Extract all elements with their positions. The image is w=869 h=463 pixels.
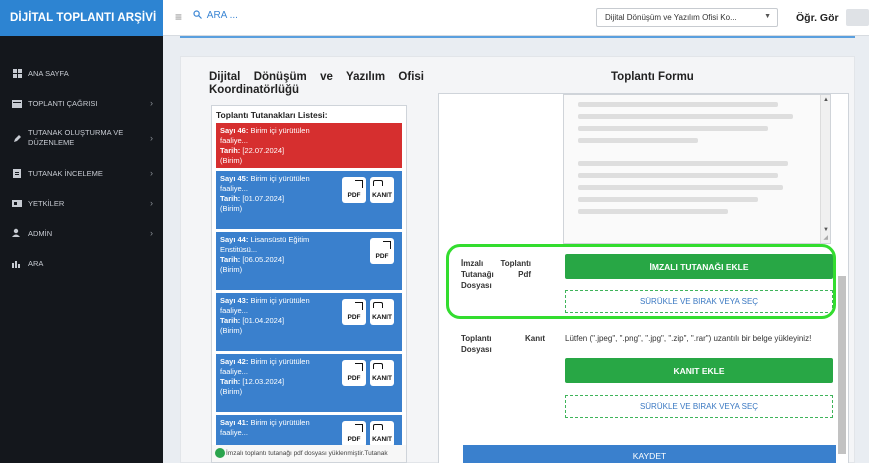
chevron-right-icon: › bbox=[150, 198, 153, 208]
minutes-list-item[interactable]: Sayı 45: Birim içi yürütülen faaliye... … bbox=[216, 171, 402, 229]
add-evidence-button[interactable]: KANIT EKLE bbox=[565, 358, 833, 383]
scroll-up-icon[interactable]: ▲ bbox=[823, 97, 829, 103]
save-button[interactable]: KAYDET bbox=[463, 445, 836, 463]
status-dot-icon bbox=[215, 448, 225, 458]
sidebar-item-yetkiler[interactable]: YETKİLER › bbox=[0, 188, 163, 218]
sidebar-item-label: ADMİN bbox=[28, 228, 53, 238]
item-date: [12.03.2024] bbox=[242, 377, 285, 386]
app-title[interactable]: DİJİTAL TOPLANTI ARŞİVİ bbox=[0, 0, 163, 36]
sidebar-item-ara[interactable]: ARA bbox=[0, 248, 163, 278]
sidebar-nav: ANA SAYFA TOPLANTI ÇAĞRISI › TUTANAK OLU… bbox=[0, 36, 163, 278]
upload-status-note: İmzalı toplantı tutanağı pdf dosyası yük… bbox=[212, 445, 406, 462]
menu-toggle-icon[interactable]: ≡ bbox=[175, 10, 187, 24]
item-number: Sayı 46: bbox=[220, 126, 249, 135]
chevron-right-icon: › bbox=[150, 168, 153, 178]
sidebar-item-tutanak-inceleme[interactable]: TUTANAK İNCELEME › bbox=[0, 158, 163, 188]
chevron-right-icon: › bbox=[150, 133, 153, 143]
item-number: Sayı 44: bbox=[220, 235, 249, 244]
minutes-list-title: Toplantı Tutanakları Listesi: bbox=[216, 110, 328, 120]
scrollbar-thumb[interactable] bbox=[838, 276, 846, 454]
sidebar-item-ana-sayfa[interactable]: ANA SAYFA bbox=[0, 58, 163, 88]
sidebar-item-label: ANA SAYFA bbox=[28, 68, 69, 78]
chart-icon bbox=[12, 258, 22, 268]
search-icon bbox=[193, 10, 202, 19]
minutes-list-item[interactable]: Sayı 42: Birim içi yürütülen faaliye... … bbox=[216, 354, 402, 412]
item-date: [22.07.2024] bbox=[242, 146, 285, 155]
organization-select-value: Dijital Dönüşüm ve Yazılım Ofisi Ko... bbox=[605, 13, 737, 22]
item-unit: (Birim) bbox=[220, 387, 243, 396]
pdf-file-icon[interactable]: PDF bbox=[342, 299, 366, 325]
evidence-file-hint: Lütfen (".jpeg", ".png", ".jpg", ".zip",… bbox=[565, 334, 812, 343]
pencil-icon bbox=[12, 133, 22, 143]
calendar-icon bbox=[12, 98, 22, 108]
dashboard-icon bbox=[12, 68, 22, 78]
evidence-file-icon[interactable]: KANIT bbox=[370, 177, 394, 203]
evidence-file-icon[interactable]: KANIT bbox=[370, 299, 394, 325]
form-title: Toplantı Formu bbox=[611, 71, 694, 83]
pdf-file-icon[interactable]: PDF bbox=[342, 360, 366, 386]
meeting-notes-textarea[interactable]: ▲ ▼ ◢ bbox=[563, 94, 831, 244]
item-unit: (Birim) bbox=[220, 265, 243, 274]
item-number: Sayı 45: bbox=[220, 174, 249, 183]
sidebar-item-admin[interactable]: ADMİN › bbox=[0, 218, 163, 248]
item-date: [01.07.2024] bbox=[242, 194, 285, 203]
item-unit: (Birim) bbox=[220, 204, 243, 213]
item-date-label: Tarih: bbox=[220, 255, 241, 264]
pdf-file-icon[interactable]: PDF bbox=[370, 238, 394, 264]
sidebar-item-label: TOPLANTI ÇAĞRISI bbox=[28, 98, 98, 108]
item-date-label: Tarih: bbox=[220, 146, 241, 155]
sidebar: DİJİTAL TOPLANTI ARŞİVİ ANA SAYFA TOPLAN… bbox=[0, 0, 163, 463]
topbar: ≡ ARA ... Dijital Dönüşüm ve Yazılım Ofi… bbox=[163, 0, 869, 36]
evidence-file-icon[interactable]: KANIT bbox=[370, 360, 394, 386]
sidebar-item-label: TUTANAK İNCELEME bbox=[28, 168, 103, 178]
user-gear-icon bbox=[12, 228, 22, 238]
sidebar-item-label: TUTANAK OLUŞTURMA VE DÜZENLEME bbox=[28, 128, 124, 147]
accent-divider bbox=[180, 36, 855, 38]
item-number: Sayı 41: bbox=[220, 418, 249, 427]
search-box[interactable]: ARA ... bbox=[193, 10, 238, 21]
sidebar-item-tutanak-olusturma[interactable]: TUTANAK OLUŞTURMA VE DÜZENLEME › bbox=[0, 118, 163, 158]
pdf-file-icon[interactable]: PDF bbox=[342, 421, 366, 447]
form-scrollbar[interactable] bbox=[838, 96, 846, 456]
minutes-list-item[interactable]: Sayı 44: Lisansüstü Eğitim Enstitüsü... … bbox=[216, 232, 402, 290]
minutes-list-item[interactable]: Sayı 46: Birim içi yürütülen faaliye... … bbox=[216, 123, 402, 168]
scroll-down-icon[interactable]: ▼ bbox=[823, 227, 829, 233]
minutes-list-item[interactable]: Sayı 43: Birim içi yürütülen faaliye... … bbox=[216, 293, 402, 351]
item-date: [06.05.2024] bbox=[242, 255, 285, 264]
highlight-annotation bbox=[446, 244, 836, 319]
resize-handle-icon[interactable]: ◢ bbox=[823, 234, 828, 241]
document-icon bbox=[12, 168, 22, 178]
item-number: Sayı 43: bbox=[220, 296, 249, 305]
pdf-file-icon[interactable]: PDF bbox=[342, 177, 366, 203]
sidebar-item-label: YETKİLER bbox=[28, 198, 65, 208]
sidebar-item-toplanti-cagrisi[interactable]: TOPLANTI ÇAĞRISI › bbox=[0, 88, 163, 118]
user-name[interactable]: Öğr. Gör bbox=[796, 12, 839, 24]
evidence-drop-zone[interactable]: SÜRÜKLE VE BIRAK VEYA SEÇ bbox=[565, 395, 833, 418]
caret-down-icon: ▼ bbox=[764, 13, 771, 20]
sidebar-item-label: ARA bbox=[28, 258, 44, 268]
item-date-label: Tarih: bbox=[220, 316, 241, 325]
item-number: Sayı 42: bbox=[220, 357, 249, 366]
chevron-right-icon: › bbox=[150, 228, 153, 238]
evidence-file-icon[interactable]: KANIT bbox=[370, 421, 394, 447]
unit-title: Dijital Dönüşüm ve Yazılım Ofisi Koordin… bbox=[209, 71, 424, 96]
key-icon bbox=[12, 198, 22, 208]
organization-select[interactable]: Dijital Dönüşüm ve Yazılım Ofisi Ko... ▼ bbox=[596, 8, 778, 27]
textarea-scrollbar[interactable]: ▲ ▼ bbox=[820, 95, 830, 243]
item-unit: (Birim) bbox=[220, 326, 243, 335]
item-date-label: Tarih: bbox=[220, 377, 241, 386]
item-unit: (Birim) bbox=[220, 156, 243, 165]
avatar[interactable] bbox=[846, 9, 869, 26]
chevron-right-icon: › bbox=[150, 98, 153, 108]
item-date-label: Tarih: bbox=[220, 194, 241, 203]
minutes-list[interactable]: Toplantı Tutanakları Listesi: Sayı 46: B… bbox=[211, 105, 407, 463]
evidence-file-label: Toplantı Kanıt Dosyası bbox=[461, 334, 545, 354]
item-date: [01.04.2024] bbox=[242, 316, 285, 325]
main-content: Dijital Dönüşüm ve Yazılım Ofisi Koordin… bbox=[180, 56, 855, 463]
search-input[interactable]: ARA ... bbox=[207, 10, 238, 21]
